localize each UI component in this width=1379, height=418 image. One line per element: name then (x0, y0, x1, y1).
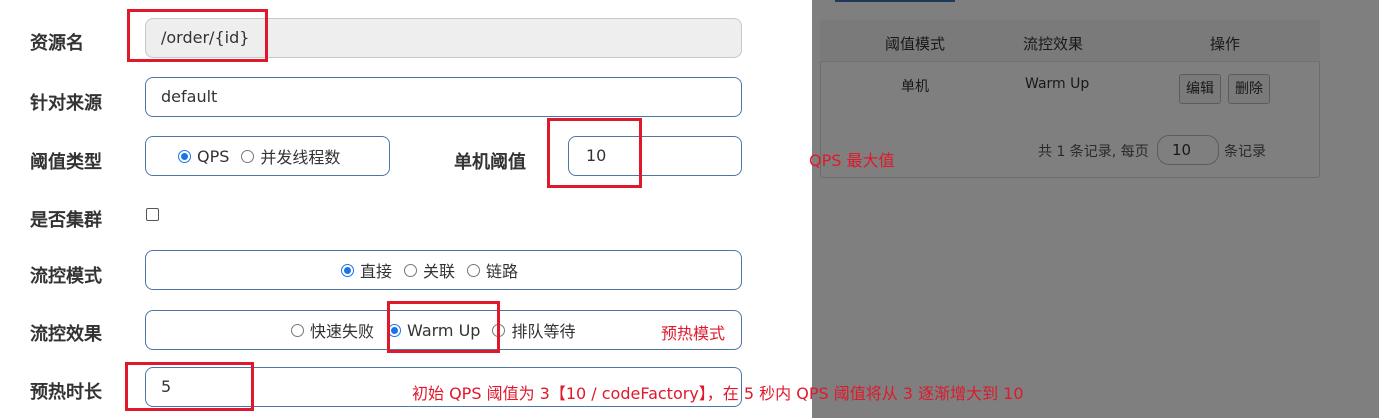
threshold-type-qps-label: QPS (197, 146, 230, 166)
source-field[interactable]: default (145, 77, 742, 117)
flow-rule-dialog: 资源名 /order/{id} 针对来源 default 阈值类型 QPS 并发… (0, 0, 812, 418)
threshold-type-group: QPS 并发线程数 (145, 136, 390, 176)
annotation-box-resource (127, 9, 268, 62)
flow-mode-relate-option[interactable]: 关联 (404, 258, 455, 282)
radio-selected-icon[interactable] (341, 263, 354, 277)
flow-effect-queue-label: 排队等待 (511, 322, 576, 341)
note-explanation: 初始 QPS 阈值为 3【10 / codeFactory】，在 5 秒内 QP… (412, 384, 1024, 403)
flow-mode-relate-label: 关联 (423, 262, 456, 281)
flow-effect-fail-fast-label: 快速失败 (310, 322, 375, 341)
flow-effect-label: 流控效果 (30, 324, 102, 345)
radio-unselected-icon[interactable] (404, 263, 418, 277)
note-warmup-mode: 预热模式 (661, 324, 726, 343)
flow-effect-queue-option[interactable]: 排队等待 (492, 318, 575, 342)
radio-unselected-icon[interactable] (291, 323, 304, 337)
resource-label: 资源名 (30, 33, 84, 54)
radio-unselected-icon[interactable] (467, 263, 481, 277)
flow-mode-direct-option[interactable]: 直接 (341, 258, 392, 282)
annotation-box-duration (125, 362, 254, 411)
radio-selected-icon[interactable] (178, 149, 191, 163)
annotation-box-warmup (387, 301, 500, 353)
annotation-box-threshold (547, 118, 642, 188)
warmup-period-label: 预热时长 (30, 382, 102, 403)
flow-mode-direct-label: 直接 (360, 262, 393, 281)
modal-backdrop[interactable] (812, 0, 1379, 418)
flow-mode-label: 流控模式 (30, 266, 102, 287)
radio-unselected-icon[interactable] (241, 149, 255, 163)
threshold-type-qps-option[interactable]: QPS (178, 147, 229, 166)
cluster-label: 是否集群 (30, 210, 102, 231)
flow-mode-chain-label: 链路 (486, 262, 519, 281)
flow-mode-chain-option[interactable]: 链路 (467, 258, 518, 282)
source-label: 针对来源 (30, 93, 102, 114)
threshold-type-thread-option[interactable]: 并发线程数 (241, 144, 340, 168)
single-threshold-label: 单机阈值 (454, 152, 526, 173)
cluster-checkbox[interactable] (146, 208, 159, 221)
note-qps-max: QPS 最大值 (809, 151, 895, 170)
flow-mode-group: 直接 关联 链路 (145, 250, 742, 290)
threshold-type-label: 阈值类型 (30, 152, 102, 173)
flow-effect-fail-fast-option[interactable]: 快速失败 (291, 318, 374, 342)
threshold-type-thread-label: 并发线程数 (260, 148, 341, 167)
